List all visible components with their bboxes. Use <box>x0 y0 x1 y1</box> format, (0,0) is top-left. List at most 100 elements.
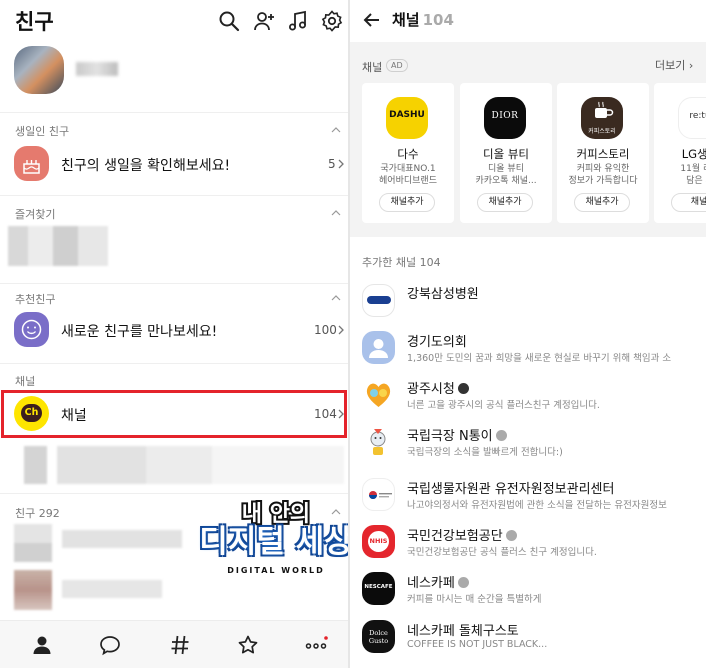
channel-list-item[interactable]: Dolce Gusto 네스카페 돌체구스토 COFFEE IS NOT JUST… <box>350 616 706 664</box>
search-icon[interactable] <box>217 9 241 33</box>
nescafe-logo-icon: NESCAFE <box>362 572 395 605</box>
recommended-count: 100 <box>314 323 337 337</box>
channel-list-item[interactable]: 국립극장 N통이 국립극장의 소식을 발빠르게 전합니다:) <box>350 421 706 469</box>
add-channel-button[interactable]: 채널추가 <box>477 193 533 212</box>
default-profile-icon <box>362 331 395 364</box>
section-label-channel: 채널 <box>15 375 36 388</box>
add-channel-button[interactable]: 채널추가 <box>574 193 630 212</box>
ad-channel-section: 채널 AD 더보기 › DASHU 다수 국가대표NO.1 헤어바디브랜드 채널… <box>350 42 706 237</box>
friends-header: 친구 <box>0 0 348 42</box>
add-friend-icon[interactable] <box>252 9 276 33</box>
verified-badge-icon <box>495 430 507 441</box>
channel-list-item[interactable]: 광주시청 너른 고을 광주시의 공식 플러스친구 계정입니다. <box>350 374 706 422</box>
more-link-label: 더보기 <box>655 59 686 72</box>
chevron-right-icon <box>338 159 344 169</box>
ad-card-name: 디올 뷰티 <box>483 147 529 161</box>
my-profile-name-blurred <box>76 62 118 76</box>
channel-desc: 나고야의정서와 유전자원법에 관한 소식을 전달하는 유전자원정보 <box>407 500 667 511</box>
friends-screen: 친구 생일인 친구 친구의 생일을 확인해보세요! 5 즐겨찾기 추천친구 새로 <box>0 0 348 668</box>
watermark-logo: 내 안의 디지털 세상 DIGITAL WORLD <box>189 496 348 580</box>
add-channel-button[interactable]: 채널 <box>671 193 706 212</box>
channel-name: 국민건강보험공단 <box>407 525 517 544</box>
collapse-caret-icon[interactable] <box>331 208 341 218</box>
ad-section-label: 채널 <box>362 61 383 74</box>
channel-desc: 국립극장의 소식을 발빠르게 전합니다:) <box>407 447 563 458</box>
favorite-friend-blurred[interactable] <box>8 226 108 266</box>
friend-name-blurred <box>62 580 162 598</box>
chevron-right-icon <box>338 325 344 335</box>
ad-card-desc: 11월 리뉴 담은 저 <box>680 164 706 186</box>
channel-list-item[interactable]: NHIS 국민건강보험공단 국민건강보험공단 공식 플러스 친구 계정입니다. <box>350 521 706 569</box>
page-title: 친구 <box>15 10 54 34</box>
verified-badge-icon <box>505 530 517 541</box>
hospital-logo-icon <box>362 284 395 317</box>
more-tab-icon[interactable] <box>304 633 328 657</box>
cake-icon <box>14 146 49 181</box>
star-tab-icon[interactable] <box>236 633 260 657</box>
added-channels-label: 추가한 채널 104 <box>362 256 441 269</box>
ad-card[interactable]: DASHU 다수 국가대표NO.1 헤어바디브랜드 채널추가 <box>362 83 454 223</box>
ad-card[interactable]: re:tu LG생활 11월 리뉴 담은 저 채널 <box>654 83 706 223</box>
channel-list-item[interactable]: NESCAFE 네스카페 커피를 마시는 매 순간을 특별하게 <box>350 568 706 616</box>
channel-list-item[interactable]: 국립생물자원관 유전자원정보관리센터 나고야의정서와 유전자원법에 관한 소식을… <box>350 474 706 522</box>
brand-logo-text: re:tu <box>689 111 706 121</box>
divider <box>0 493 348 494</box>
my-profile-avatar[interactable] <box>14 46 64 94</box>
divider <box>0 112 348 113</box>
music-icon[interactable] <box>286 9 310 33</box>
channel-desc: 커피를 마시는 매 순간을 특별하게 <box>407 594 542 605</box>
birthday-count: 5 <box>328 157 336 171</box>
government-emblem-icon <box>362 478 395 511</box>
smile-icon <box>14 312 49 347</box>
channel-name-text: 국립극장 N통이 <box>407 429 493 444</box>
channel-name-text: 광주시청 <box>407 382 455 397</box>
nhis-logo-icon: NHIS <box>362 525 395 558</box>
ad-card[interactable]: 커피스토리 커피스토리 커피와 유익한 정보가 가득합니다 채널추가 <box>557 83 649 223</box>
channel-name: 국립극장 N통이 <box>407 425 507 444</box>
divider <box>0 195 348 196</box>
ad-card-desc: 디올 뷰티 카카오톡 채널... <box>475 164 537 186</box>
collapse-caret-icon[interactable] <box>331 293 341 303</box>
channel-desc: 너른 고을 광주시의 공식 플러스친구 계정입니다. <box>407 400 600 411</box>
channel-name: 네스카페 <box>407 572 469 591</box>
brand-logo-text: DIOR <box>491 111 519 121</box>
chats-tab-icon[interactable] <box>98 633 122 657</box>
recommended-row-text[interactable]: 새로운 친구를 만나보세요! <box>61 321 217 341</box>
friends-tab-icon[interactable] <box>30 633 54 657</box>
channel-desc: 1,360만 도민의 꿈과 희망을 새로운 현실로 바꾸기 위해 책임과 소 <box>407 353 672 364</box>
add-channel-button[interactable]: 채널추가 <box>379 193 435 212</box>
settings-icon[interactable] <box>320 9 344 33</box>
section-label-favorites: 즐겨찾기 <box>15 208 56 221</box>
page-title: 채널 104 <box>392 9 454 30</box>
channel-list-item[interactable]: 경기도의회 1,360만 도민의 꿈과 희망을 새로운 현실로 바꾸기 위해 책… <box>350 327 706 375</box>
brand-logo-text: 커피스토리 <box>588 128 616 135</box>
channel-desc: 국민건강보험공단 공식 플러스 친구 계정입니다. <box>407 547 597 558</box>
more-link[interactable]: 더보기 › <box>655 57 693 73</box>
divider <box>0 363 348 364</box>
verified-badge-icon <box>457 383 469 394</box>
section-label-birthday: 생일인 친구 <box>15 125 70 138</box>
channel-list-item[interactable]: 강북삼성병원 <box>350 280 706 328</box>
split-screenshot: 친구 생일인 친구 친구의 생일을 확인해보세요! 5 즐겨찾기 추천친구 새로 <box>0 0 706 668</box>
friend-avatar-blurred[interactable] <box>14 570 52 610</box>
channel-extra-blurred <box>14 446 344 484</box>
collapse-caret-icon[interactable] <box>331 125 341 135</box>
channel-name: 경기도의회 <box>407 335 467 350</box>
friend-name-blurred <box>62 530 182 548</box>
hashtag-tab-icon[interactable] <box>168 633 192 657</box>
ad-card-desc: 국가대표NO.1 헤어바디브랜드 <box>379 164 437 186</box>
friend-avatar-blurred[interactable] <box>14 524 52 562</box>
back-arrow-icon[interactable] <box>362 10 382 30</box>
verified-badge-icon <box>457 577 469 588</box>
dolce-gusto-logo-icon: Dolce Gusto <box>362 620 395 653</box>
ad-card-desc: 커피와 유익한 정보가 가득합니다 <box>568 164 638 186</box>
divider <box>0 283 348 284</box>
brand-logo-text: DASHU <box>389 110 425 120</box>
channel-header: 채널 104 <box>350 0 706 42</box>
ad-card[interactable]: DIOR 디올 뷰티 디올 뷰티 카카오톡 채널... 채널추가 <box>460 83 552 223</box>
brand-logo: re:tu <box>678 97 706 139</box>
birthday-row-text[interactable]: 친구의 생일을 확인해보세요! <box>61 155 230 175</box>
ad-card-name: LG생활 <box>681 147 706 161</box>
ad-badge: AD <box>386 59 408 72</box>
section-label-recommended: 추천친구 <box>15 293 56 306</box>
